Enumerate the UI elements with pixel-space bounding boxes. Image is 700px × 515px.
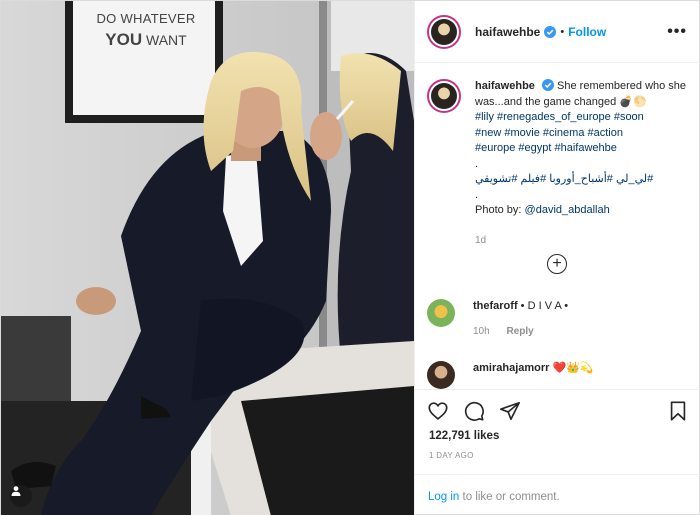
bookmark-icon[interactable] <box>667 400 689 422</box>
comment-avatar[interactable] <box>427 299 455 327</box>
post-photo[interactable]: DO WHATEVER YOU WANT <box>1 1 414 515</box>
comment-username[interactable]: thefaroff <box>473 300 518 312</box>
comment-age: 10h <box>473 326 490 337</box>
comment-item: amirahajamorr ❤️👑💫 <box>427 361 594 389</box>
poster-line-1: DO WHATEVER <box>96 11 196 26</box>
load-more-comments-button[interactable]: + <box>547 254 567 274</box>
caption-username[interactable]: haifawehbe <box>475 80 535 92</box>
comment-avatar[interactable] <box>427 361 455 389</box>
login-prompt-text: to like or comment. <box>459 491 560 503</box>
poster-quote: DO WHATEVER YOU WANT <box>85 11 207 50</box>
comment-item: thefaroff • D I V A • 10h Reply <box>427 299 568 339</box>
arabic-hashtags[interactable]: لي_لي #أشباح_أوروبا #فيلم #تشويقي# <box>475 173 653 185</box>
caption: haifawehbe She remembered who she was...… <box>427 79 697 248</box>
header-separator: • <box>560 25 565 38</box>
poster-line-2: YOU WANT <box>85 30 207 50</box>
login-prompt: Log in to like or comment. <box>415 474 700 503</box>
reply-button[interactable]: Reply <box>506 326 533 337</box>
caption-emoji: 💣🌕 <box>619 95 647 108</box>
action-bar: 122,791 likes 1 DAY AGO Log in to like o… <box>415 389 700 515</box>
caption-dot-2: . <box>475 188 479 201</box>
hashtags-line-2[interactable]: #new #movie #cinema #action <box>475 127 623 139</box>
caption-avatar-image <box>431 83 457 109</box>
comment-text: ❤️👑💫 <box>552 362 594 374</box>
caption-row: haifawehbe She remembered who she was...… <box>427 79 697 248</box>
caption-dot-1: . <box>475 157 479 170</box>
poster-line-2-bold: YOU <box>105 30 143 49</box>
caption-body: haifawehbe She remembered who she was...… <box>475 79 697 248</box>
post-header: haifawehbe • Follow ••• <box>415 1 700 63</box>
share-icon[interactable] <box>499 400 521 422</box>
comment-meta: 10h Reply <box>473 324 568 339</box>
post-side-panel: haifawehbe • Follow ••• haifawehbe She r… <box>414 1 700 515</box>
person-icon <box>11 486 21 496</box>
header-username[interactable]: haifawehbe <box>475 25 540 39</box>
action-icons <box>427 400 521 422</box>
avatar[interactable] <box>427 14 461 49</box>
comment-body: amirahajamorr ❤️👑💫 <box>473 361 594 389</box>
comment-username[interactable]: amirahajamorr <box>473 362 549 374</box>
comment-icon[interactable] <box>463 400 485 422</box>
verified-badge-icon <box>544 25 557 38</box>
login-link[interactable]: Log in <box>428 491 459 503</box>
caption-avatar[interactable] <box>427 79 461 113</box>
photo-illustration <box>1 1 414 515</box>
plus-icon: + <box>552 255 562 272</box>
post-timestamp: 1 DAY AGO <box>429 451 474 460</box>
comment-body: thefaroff • D I V A • 10h Reply <box>473 299 568 339</box>
avatar-image <box>431 18 457 45</box>
verified-badge-icon <box>541 79 554 91</box>
more-options-button[interactable]: ••• <box>667 23 687 41</box>
follow-button[interactable]: Follow <box>568 25 606 39</box>
caption-age: 1d <box>475 234 487 246</box>
photo-by-label: Photo by: <box>475 204 525 216</box>
hashtags-line-1[interactable]: #lily #renegades_of_europe #soon <box>475 111 644 123</box>
comment-text: • D I V A • <box>520 300 569 312</box>
likes-count[interactable]: 122,791 likes <box>429 430 499 442</box>
poster-line-2-rest: WANT <box>146 32 187 48</box>
tagged-user-button[interactable] <box>10 485 32 507</box>
photographer-link[interactable]: @david_abdallah <box>525 204 610 216</box>
heart-icon[interactable] <box>427 400 449 422</box>
instagram-post: DO WHATEVER YOU WANT haifawehbe • Follow… <box>0 0 700 515</box>
hashtags-line-3[interactable]: #europe #egypt #haifawehbe <box>475 142 617 154</box>
